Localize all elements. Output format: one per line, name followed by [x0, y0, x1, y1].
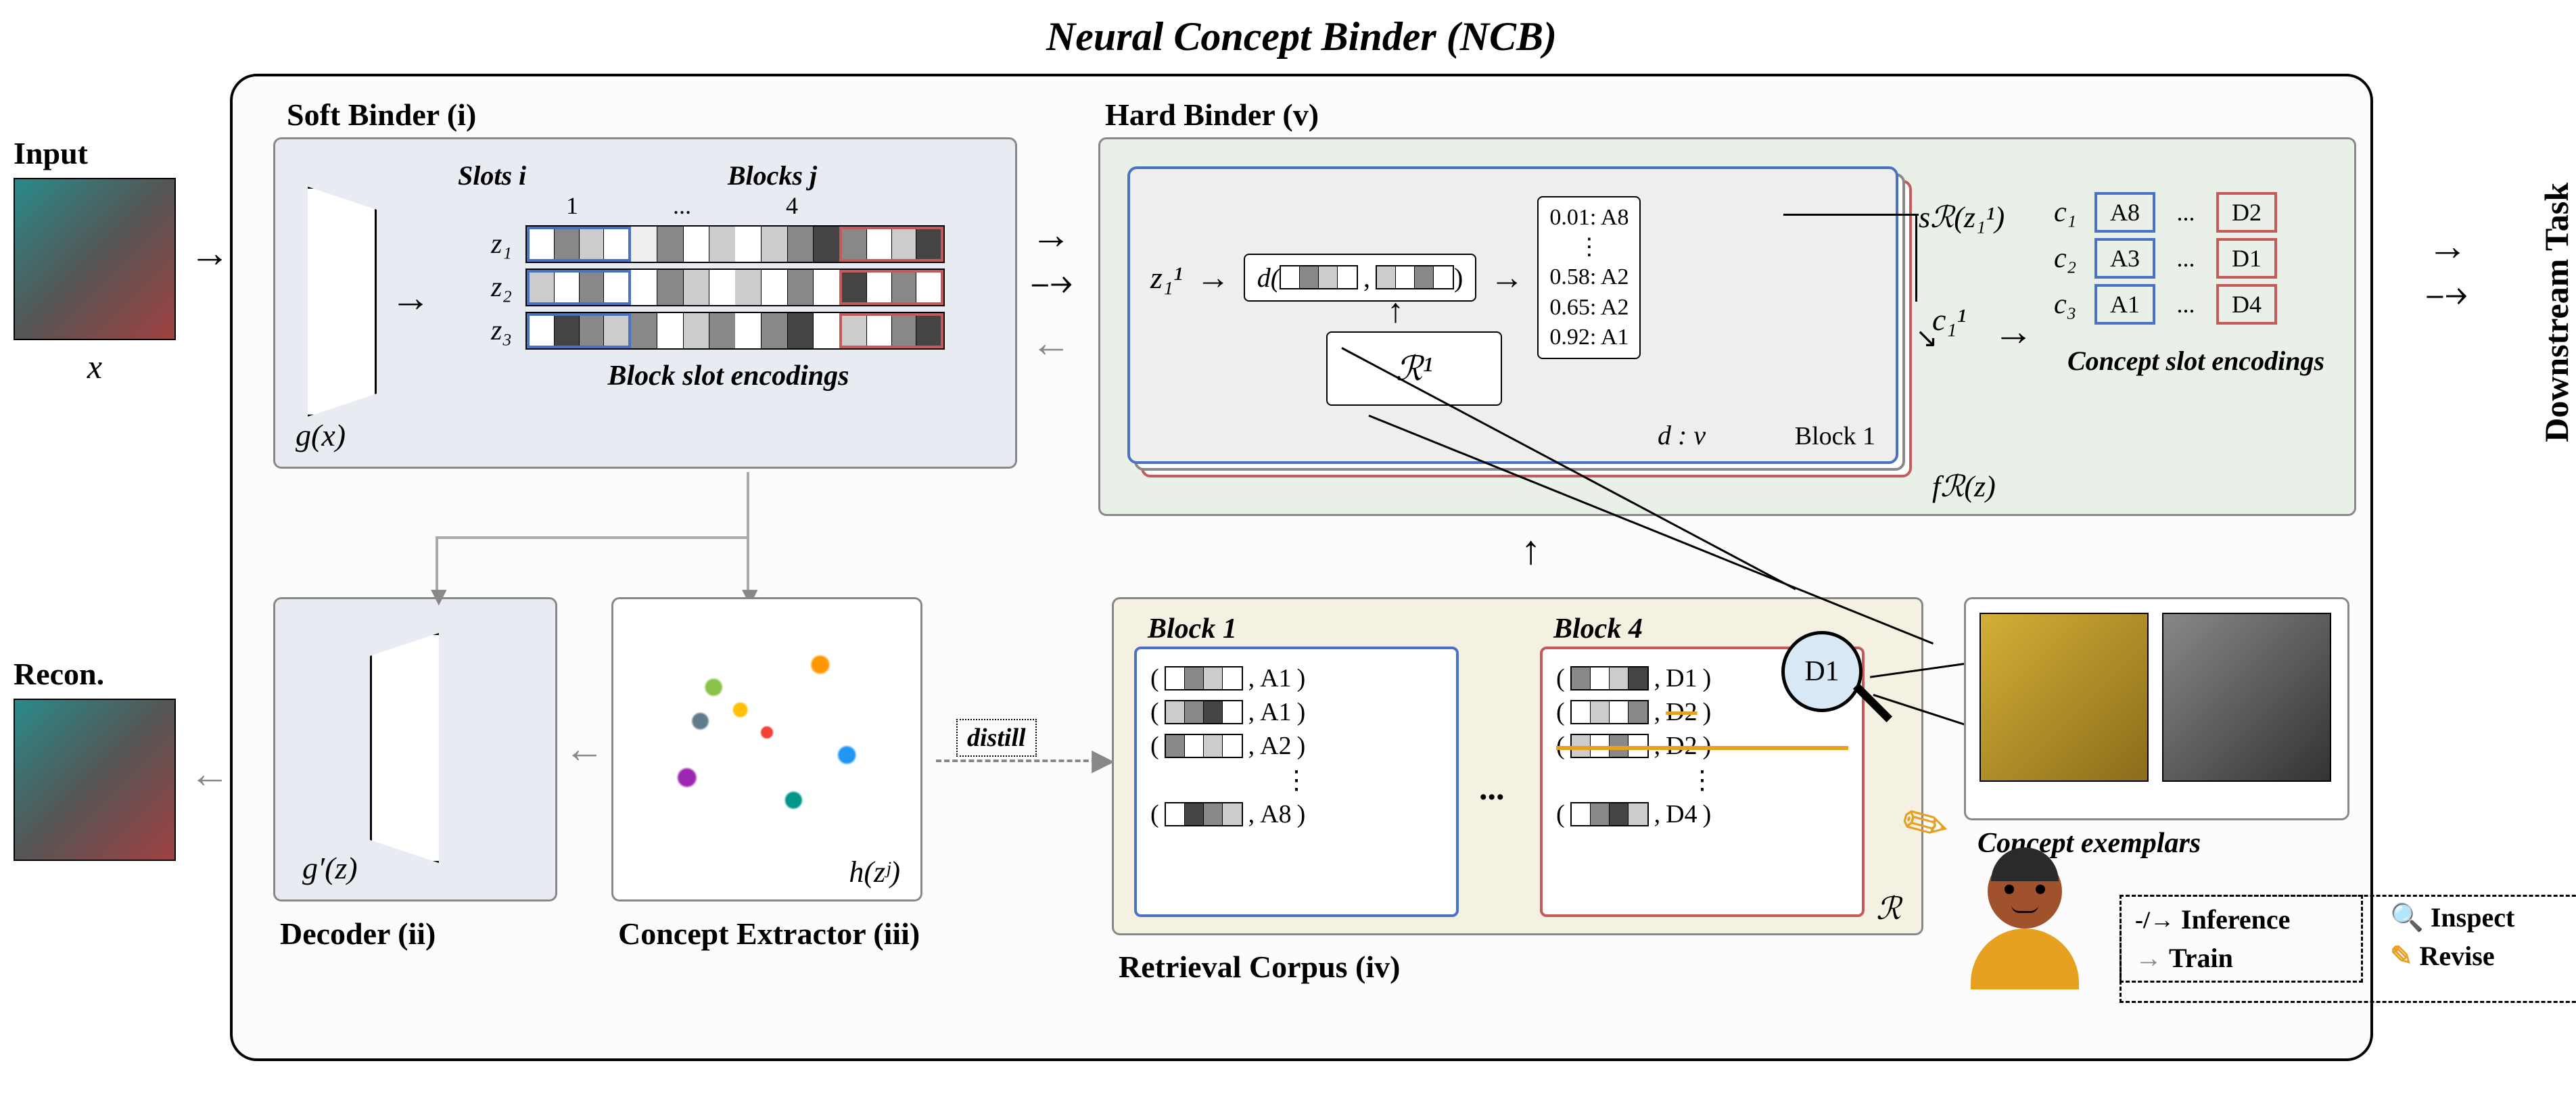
ccell-12: D1 [2216, 238, 2277, 279]
slots-header: Slots i [458, 160, 546, 191]
corpus-block1-label: Block 1 [1148, 613, 1237, 645]
recon-block: Recon. [14, 656, 216, 861]
diagram-title: Neural Concept Binder (NCB) [14, 14, 2576, 60]
block-slot-caption: Block slot encodings [458, 360, 999, 392]
sR-label: sℛ(z₁¹) [1919, 200, 2005, 235]
crow-2: c₂ [2054, 242, 2094, 275]
score-dots: ⋮ [1549, 233, 1629, 262]
R1-box: ℛ¹ [1326, 331, 1502, 406]
soft-func: g(x) [296, 417, 346, 453]
arrow-downstream-dashed: ⤍ [2426, 271, 2468, 317]
input-image [14, 178, 176, 340]
concept-table: c₁ A8 ... D2 c₂ A3 ... D1 c₃ A1 ... D4 [2054, 187, 2338, 377]
arrow-downstream-solid: → [2427, 223, 2468, 270]
crow-3: c₃ [2054, 288, 2094, 321]
distill-label: distill [956, 719, 1037, 757]
cluster-viz [634, 619, 900, 845]
hard-binder-box: z₁¹ → d( , ) → 0.01: A8 ⋮ 0.58: A2 0. [1098, 137, 2356, 516]
b4-i1: D2 [1666, 697, 1697, 727]
exemplar-img-2 [2162, 613, 2331, 782]
block-slot-table: Slots i Blocks j 1 ... 4 z₁ [458, 160, 999, 392]
dv-label: d : v [1658, 419, 1706, 451]
ccell-20: A1 [2094, 284, 2155, 325]
decoder-func: g′(z) [302, 850, 358, 886]
score-2: 0.58: A2 [1549, 262, 1629, 292]
downstream-label: Downstream Task [2537, 183, 2576, 442]
arrow-corpus-up: → [1501, 533, 1548, 573]
arrow-input: → [189, 230, 230, 277]
ccell-01: ... [2155, 198, 2216, 227]
retrieval-frame: z₁¹ → d( , ) → 0.01: A8 ⋮ 0.58: A2 0. [1127, 166, 1898, 464]
block-num-dots: ... [673, 191, 691, 220]
person-icon [1964, 854, 2086, 1003]
blocks-header: Blocks j [546, 160, 999, 191]
d-func-text: d( [1257, 262, 1280, 294]
score-4: 0.92: A1 [1549, 323, 1629, 352]
block1-label: Block 1 [1795, 421, 1875, 451]
exemplars-box [1964, 597, 2349, 820]
score-3: 0.65: A2 [1549, 293, 1629, 323]
ccell-02: D2 [2216, 192, 2277, 233]
z11-var: z₁¹ [1150, 260, 1183, 296]
legend-revise: Revise [2420, 940, 2495, 972]
b1-i3: ⋮ [1150, 765, 1443, 795]
soft-binder-label: Soft Binder (i) [287, 97, 476, 133]
legend-inspect: Inspect [2431, 901, 2514, 933]
score-0: 0.01: A8 [1549, 203, 1629, 233]
extractor-label: Concept Extractor (iii) [618, 915, 920, 952]
ccell-22: D4 [2216, 284, 2277, 325]
b1-i0: A1 [1260, 663, 1291, 693]
ccell-21: ... [2155, 290, 2216, 319]
arrow-to-concept: → [1993, 308, 2034, 355]
corpus-dots: ... [1479, 768, 1505, 807]
b1-i4: A8 [1260, 799, 1291, 829]
scores-box: 0.01: A8 ⋮ 0.58: A2 0.65: A2 0.92: A1 [1537, 196, 1641, 359]
arrow-sb-hb-solid: → [1031, 212, 1071, 258]
decoder-label: Decoder (ii) [280, 915, 436, 952]
arrow-ext-dec: ← [564, 726, 605, 772]
block-num-1: 1 [566, 191, 578, 220]
arrow-sb-hb-dashed: ⤍ [1031, 259, 1073, 306]
decoder-trapezoid [370, 633, 451, 863]
slot-z3: z₃ [458, 314, 525, 347]
extractor-box: h(zʲ) [611, 597, 922, 901]
extractor-func: h(zʲ) [849, 855, 900, 889]
b1-i2: A2 [1260, 731, 1291, 761]
magnify-circle: D1 [1781, 631, 1863, 712]
R-sym: ℛ [1876, 890, 1901, 927]
block-num-4: 4 [786, 191, 798, 220]
arrow-sb-inner: → [390, 275, 431, 321]
crow-1: c₁ [2054, 196, 2094, 229]
main-frame: Soft Binder (i) g(x) → Slots i Blocks j … [230, 74, 2373, 1061]
d-func-box: d( , ) [1244, 254, 1477, 302]
legend-box-2: 🔍Inspect ✎Revise [2120, 895, 2404, 979]
recon-image [14, 699, 176, 861]
d-func-end: ) [1454, 262, 1463, 294]
corpus-block1: ( , A1) ( , A1) ( , A2) ⋮ ( , A8) [1134, 647, 1459, 917]
slot-z2: z₂ [458, 271, 525, 304]
concept-caption: Concept slot encodings [2054, 345, 2338, 377]
soft-binder-box: g(x) → Slots i Blocks j 1 ... 4 z₁ [273, 137, 1017, 469]
arrow-recon: ← [189, 751, 230, 797]
exemplar-img-1 [1980, 613, 2149, 782]
encoder-trapezoid [296, 187, 377, 417]
corpus-label: Retrieval Corpus (iv) [1119, 949, 1400, 985]
corpus-block4-label: Block 4 [1553, 613, 1643, 645]
b4-i3: ⋮ [1556, 765, 1848, 795]
hard-binder-label: Hard Binder (v) [1105, 97, 1319, 133]
slot-z1: z₁ [458, 228, 525, 260]
b4-i0: D1 [1666, 663, 1697, 693]
ccell-11: ... [2155, 244, 2216, 273]
input-block: Input x [14, 135, 216, 386]
recon-label: Recon. [14, 656, 216, 692]
fR-label: fℛ(z) [1932, 469, 1996, 504]
arrow-hb-sb-gray: ← [1031, 320, 1071, 367]
ccell-00: A8 [2094, 192, 2155, 233]
decoder-box: g′(z) [273, 597, 557, 901]
ccell-10: A3 [2094, 238, 2155, 279]
b4-i4: D4 [1666, 799, 1697, 829]
input-label: Input [14, 135, 216, 171]
input-var: x [14, 347, 176, 386]
b1-i1: A1 [1260, 697, 1291, 727]
